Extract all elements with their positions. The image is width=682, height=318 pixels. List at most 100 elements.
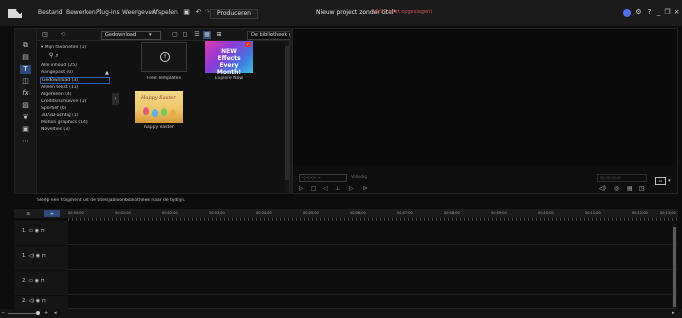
audio-track-icon: ◁)	[28, 298, 35, 304]
media-room-icon[interactable]: ⧉	[20, 41, 31, 50]
timecode-input[interactable]: 00;00;00;00	[597, 174, 647, 182]
menu-weergeven[interactable]: Weergeven	[122, 9, 156, 16]
audio-room-icon[interactable]: ▣	[20, 125, 31, 134]
menu-bewerken[interactable]: Bewerken	[66, 9, 96, 16]
save-project-icon[interactable]: ▣	[182, 8, 191, 17]
display-mode-icon[interactable]: ▤	[627, 185, 633, 192]
favorites-node[interactable]: ▾ Mijn favorieten (1)	[41, 45, 86, 50]
stop-icon[interactable]: □	[311, 185, 317, 192]
volume-icon[interactable]: ◁)	[599, 185, 606, 192]
title-library-panel: ⧉ ▤ T ◫ fx ▨ ❦ ▣ ⋯ ◳ ⟲ Gedownload ▾ ▢ ◻ …	[14, 28, 311, 194]
transition-room-icon[interactable]: ◫	[20, 77, 31, 86]
previous-frame-icon[interactable]: ◁	[323, 185, 328, 192]
easter-title-text: Happy Easter	[141, 95, 176, 101]
camera-icon[interactable]: ◎	[614, 185, 619, 192]
chevron-down-icon: ▾	[149, 32, 152, 38]
duplicate-icon[interactable]: ◻	[181, 31, 189, 39]
grid-view-icon[interactable]: ▦	[203, 31, 211, 39]
category-item[interactable]: Motion graphics (14)	[41, 120, 88, 125]
zoom-slider-track[interactable]	[8, 313, 38, 314]
track-audio-2[interactable]: 2. ◁) ◉ ⊓	[14, 296, 678, 309]
track-label: 2. ▭ ◉ ⊓	[22, 278, 45, 284]
list-view-icon[interactable]: ☰	[193, 31, 201, 39]
zoom-out-button[interactable]: −	[1, 310, 5, 316]
minimize-button[interactable]: _	[654, 8, 663, 17]
ruler-label: 00;06;00	[350, 211, 366, 215]
help-button[interactable]: ?	[645, 8, 654, 17]
tree-scroll-up-icon[interactable]: ▲	[105, 70, 109, 76]
new-title-icon[interactable]: ▢	[171, 31, 179, 39]
category-item-selected[interactable]: Gedownload (3)	[40, 77, 110, 84]
category-item[interactable]: Aangepast (0)	[41, 70, 73, 75]
ruler-label: 00;02;00	[162, 211, 178, 215]
close-button[interactable]: ×	[672, 8, 681, 17]
track-label: 1. ▭ ◉ ⊓	[22, 228, 45, 234]
category-item[interactable]: Alleen tekst (11)	[41, 85, 78, 90]
library-filter-dropdown[interactable]: Gedownload	[101, 31, 161, 40]
track-video-2[interactable]: 2. ▭ ◉ ⊓	[14, 271, 678, 295]
plugin-icon[interactable]: ⟲	[59, 31, 67, 39]
track-video-1[interactable]: 1. ▭ ◉ ⊓	[14, 221, 678, 245]
fx-room-icon[interactable]: fx	[20, 89, 31, 98]
scrollbar-thumb[interactable]	[673, 227, 676, 307]
maximize-button[interactable]: ❐	[663, 8, 672, 17]
collapse-tree-handle[interactable]: ‹	[112, 93, 119, 105]
play-icon[interactable]: ▷	[299, 185, 304, 192]
app-logo-icon	[8, 9, 22, 18]
ruler-label: 00;04;00	[256, 211, 272, 215]
settings-gear-icon[interactable]: ⚙	[634, 8, 643, 17]
track-manager-icon[interactable]: ☰	[21, 211, 35, 216]
title-room-icon[interactable]: T	[20, 65, 31, 74]
track-audio-1[interactable]: 1. ◁) ◉ ⊓	[14, 246, 678, 270]
timeline-vertical-scrollbar[interactable]	[672, 224, 677, 308]
menu-plugins[interactable]: Plug-ins	[96, 9, 120, 16]
library-scrollbar[interactable]	[285, 42, 289, 192]
explore-now-thumbnail[interactable]: NEW Effects Every Month! ✓	[205, 41, 253, 76]
scrollbar-thumb[interactable]	[285, 46, 289, 180]
category-item[interactable]: Sportief (6)	[41, 106, 67, 111]
fast-forward-icon[interactable]: ⊳	[363, 185, 368, 192]
category-item[interactable]: Algemeen (4)	[41, 92, 72, 97]
category-item[interactable]: Alle inhoud (25)	[41, 63, 77, 68]
account-badge-icon[interactable]	[623, 9, 631, 17]
undock-icon[interactable]: ◳	[639, 185, 645, 192]
zoom-slider-knob[interactable]	[36, 311, 40, 315]
lock-icon: ⊓	[40, 278, 45, 284]
next-frame-icon[interactable]: ▷	[349, 185, 354, 192]
aspect-ratio-icon[interactable]: ▭	[655, 177, 666, 185]
menu-afspelen[interactable]: Afspelen	[152, 9, 178, 16]
effects-room-icon[interactable]: ▤	[20, 53, 31, 62]
chevron-down-icon[interactable]: ▾	[668, 178, 671, 184]
happy-easter-thumbnail[interactable]: Happy Easter	[135, 91, 183, 123]
free-templates-thumbnail[interactable]: ↑	[141, 42, 187, 72]
audio-track-icon: ◁)	[28, 253, 35, 259]
promo-text: NEW Effects Every Month!	[216, 48, 242, 76]
more-rooms-icon[interactable]: ⋯	[20, 137, 31, 146]
preview-quality[interactable]: Volledig	[351, 174, 367, 179]
large-grid-icon[interactable]: ⊞	[215, 31, 223, 39]
preview-panel: --;--;--;-- -- Volledig ▷ □ ◁ ⊥ ▷ ⊳ 00;0…	[292, 28, 678, 194]
room-strip	[0, 26, 14, 202]
timeline-ruler-bar: ☰ ⇹ 00;00;00 00;01;00 00;02;00 00;03;00 …	[14, 209, 678, 218]
particle-room-icon[interactable]: ❦	[20, 113, 31, 122]
category-item[interactable]: Novelties (3)	[41, 127, 70, 132]
undo-icon[interactable]: ↶	[194, 8, 203, 17]
produce-button[interactable]: Produceren	[210, 9, 258, 19]
pip-room-icon[interactable]: ▨	[20, 101, 31, 110]
category-item[interactable]: Credits/schuiven (1)	[41, 99, 86, 104]
scroll-right-button[interactable]: ▸	[672, 310, 675, 316]
track-label: 2. ◁) ◉ ⊓	[22, 298, 46, 304]
ruler-label: 00;10;00	[538, 211, 554, 215]
timecode-display[interactable]: --;--;--;-- --	[299, 174, 347, 182]
download-icon: ↑	[160, 52, 170, 62]
menu-bestand[interactable]: Bestand	[38, 9, 63, 16]
snapshot-icon[interactable]: ⊥	[335, 185, 340, 192]
zoom-in-button[interactable]: +	[44, 310, 48, 316]
import-icon[interactable]: ◳	[41, 31, 49, 39]
category-item[interactable]: 3D/3D-achtig (1)	[41, 113, 79, 118]
ruler-label: 00;03;00	[209, 211, 225, 215]
category-tree: ▾ Mijn favorieten (1) ⚲ ⌕ Alle inhoud (2…	[37, 42, 111, 193]
visibility-eye-icon: ◉	[35, 298, 41, 304]
scroll-left-button[interactable]: ◂	[54, 310, 57, 316]
timeline-view-icon[interactable]: ⇹	[44, 210, 60, 217]
